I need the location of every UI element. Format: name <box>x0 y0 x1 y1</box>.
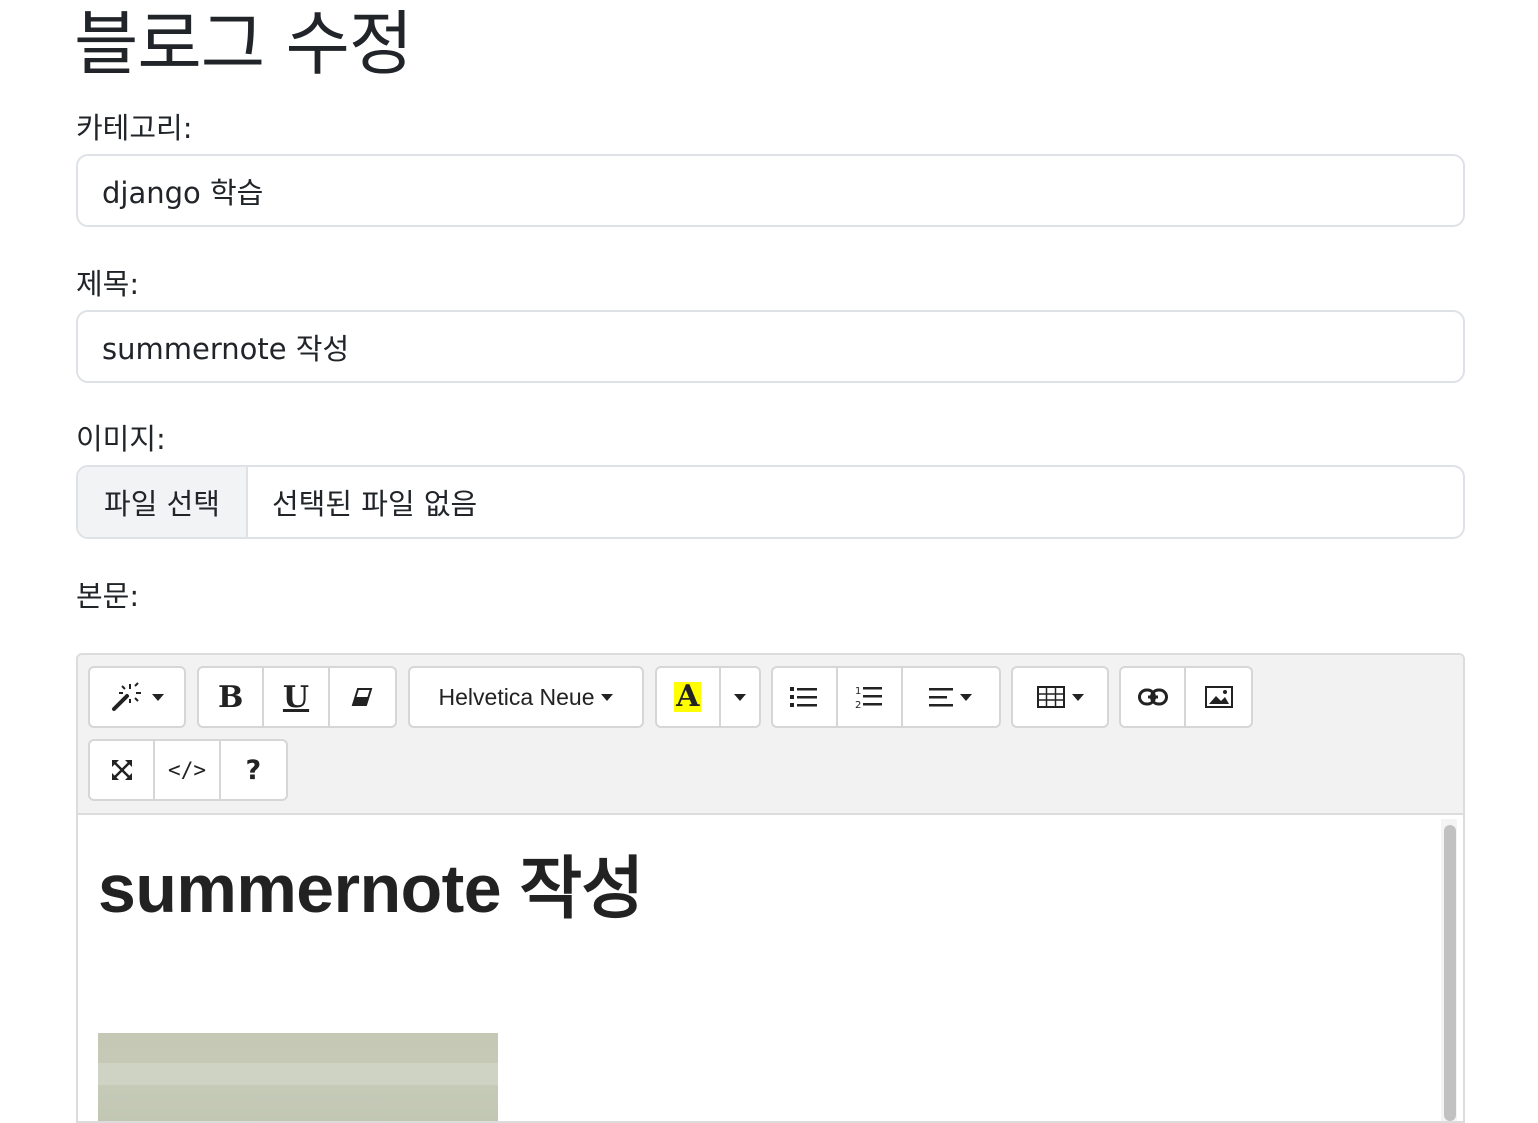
image-file-input[interactable]: 파일 선택 선택된 파일 없음 <box>76 465 1465 539</box>
color-label: A <box>674 679 702 714</box>
font-name-dropdown[interactable]: Helvetica Neue <box>410 668 642 726</box>
recent-color-button[interactable]: A <box>657 668 721 726</box>
color-dropdown-button[interactable] <box>721 668 759 726</box>
style-group <box>88 666 186 728</box>
editor-scrollbar[interactable] <box>1441 819 1457 1121</box>
category-label: 카테고리: <box>76 111 193 145</box>
image-label: 이미지: <box>76 422 166 456</box>
link-button[interactable] <box>1121 668 1187 726</box>
view-group: </> ? <box>88 739 288 801</box>
codeview-label: </> <box>168 758 206 782</box>
eraser-icon <box>351 686 373 708</box>
chevron-down-icon <box>733 693 746 701</box>
title-input[interactable] <box>76 310 1465 383</box>
codeview-button[interactable]: </> <box>155 741 221 799</box>
svg-text:2: 2 <box>855 700 861 710</box>
magic-wand-icon <box>111 682 145 712</box>
page-title: 블로그 수정 <box>74 3 413 85</box>
editor-toolbar: B U Helvetica Neue A 1 2 </> ? <box>78 655 1463 815</box>
link-icon <box>1137 688 1168 706</box>
table-icon <box>1036 686 1065 708</box>
underline-label: U <box>282 679 310 715</box>
category-input[interactable] <box>76 154 1465 227</box>
summernote-editor: B U Helvetica Neue A 1 2 </> ? summernot… <box>76 653 1465 1123</box>
paragraph-align-dropdown[interactable] <box>903 668 999 726</box>
style-dropdown-button[interactable] <box>90 668 184 726</box>
font-name-label: Helvetica Neue <box>438 683 595 710</box>
table-dropdown-button[interactable] <box>1013 668 1107 726</box>
bold-button[interactable]: B <box>199 668 265 726</box>
chevron-down-icon <box>960 693 973 701</box>
ordered-list-icon: 1 2 <box>855 684 883 710</box>
content-heading: summernote 작성 <box>98 851 644 927</box>
choose-file-button[interactable]: 파일 선택 <box>78 467 248 537</box>
align-left-icon <box>929 687 954 707</box>
font-style-group: B U <box>197 666 397 728</box>
clear-format-button[interactable] <box>330 668 395 726</box>
file-status-text: 선택된 파일 없음 <box>272 487 478 521</box>
ordered-list-button[interactable]: 1 2 <box>838 668 903 726</box>
font-name-group: Helvetica Neue <box>408 666 644 728</box>
table-group <box>1011 666 1109 728</box>
chevron-down-icon <box>1071 693 1084 701</box>
chevron-down-icon <box>601 693 614 701</box>
editor-content-area[interactable]: summernote 작성 <box>78 815 1463 1121</box>
fullscreen-button[interactable] <box>90 741 156 799</box>
chevron-down-icon <box>151 693 164 701</box>
underline-button[interactable]: U <box>264 668 330 726</box>
paragraph-group: 1 2 <box>771 666 1001 728</box>
picture-icon <box>1204 686 1233 708</box>
unordered-list-icon <box>790 686 818 708</box>
help-label: ? <box>245 754 262 786</box>
fullscreen-icon <box>111 759 133 781</box>
bold-label: B <box>217 679 244 715</box>
scrollbar-thumb[interactable] <box>1444 825 1456 1121</box>
svg-text:1: 1 <box>855 686 861 697</box>
picture-button[interactable] <box>1186 668 1251 726</box>
unordered-list-button[interactable] <box>773 668 838 726</box>
insert-group <box>1119 666 1253 728</box>
title-label: 제목: <box>76 267 140 301</box>
color-group: A <box>655 666 761 728</box>
body-label: 본문: <box>76 579 140 613</box>
help-button[interactable]: ? <box>221 741 286 799</box>
